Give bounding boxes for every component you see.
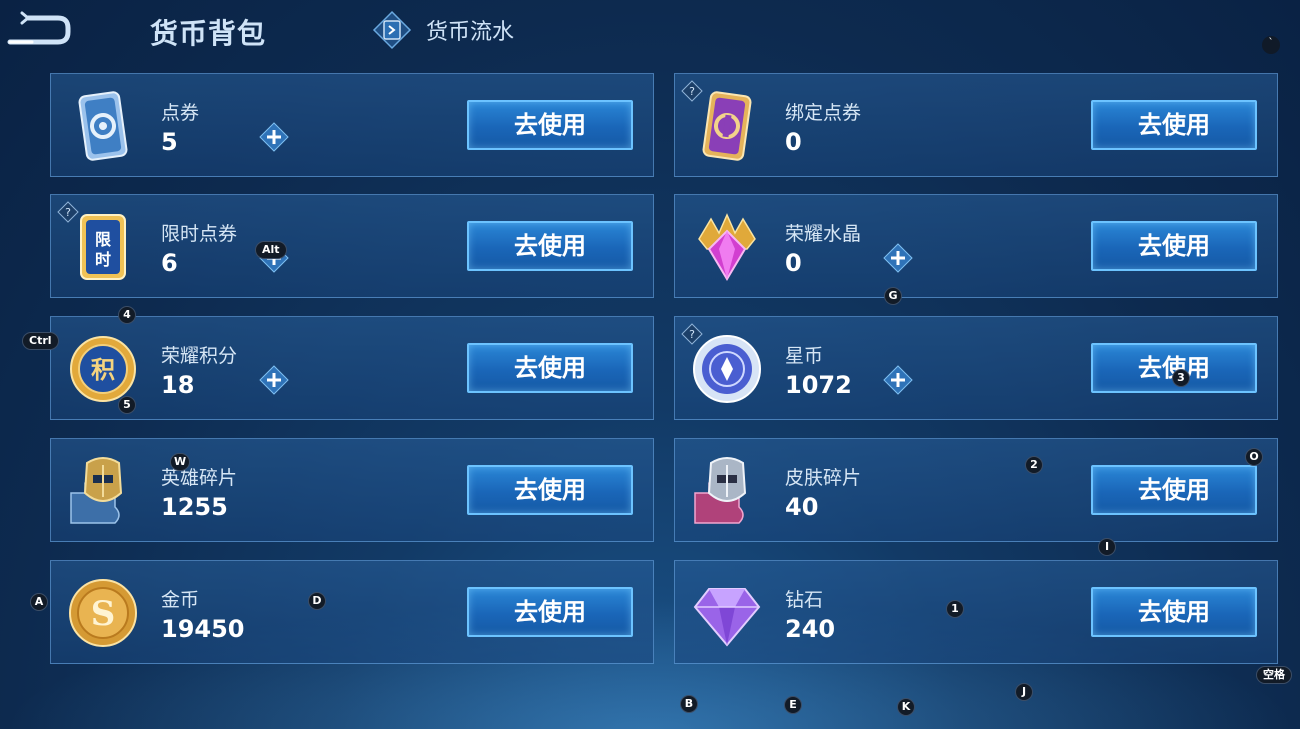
key-hint-o: O [1245, 448, 1263, 466]
currency-card-hero-fragment: 英雄碎片 1255 去使用 [50, 438, 654, 542]
currency-name: 绑定点券 [785, 102, 862, 124]
add-voucher-button[interactable] [259, 122, 289, 152]
key-hint-i: I [1098, 538, 1116, 556]
diamond-icon [693, 588, 761, 647]
key-hint-3: 3 [1172, 369, 1190, 387]
back-button[interactable] [2, 10, 72, 50]
key-hint-5: 5 [118, 396, 136, 414]
svg-text:时: 时 [95, 250, 111, 269]
skin-fragment-icon [694, 457, 747, 524]
currency-card-star-coin: ? 星币 1072 去使用 [674, 316, 1278, 420]
currency-card-limited-voucher: ? 限 时 限时点券 6 去使用 [50, 194, 654, 298]
currency-name: 限时点券 [161, 223, 238, 245]
currency-flow-tab[interactable]: 货币流水 [372, 10, 514, 50]
star-coin-icon [693, 335, 761, 403]
currency-card-glory-points: 积 荣耀积分 18 去使用 [50, 316, 654, 420]
key-hint-j: J [1015, 683, 1033, 701]
currency-value: 240 [785, 615, 836, 643]
use-gold-coin-button[interactable]: 去使用 [467, 587, 633, 637]
currency-value: 18 [161, 371, 195, 399]
use-skin-fragment-button[interactable]: 去使用 [1091, 465, 1257, 515]
key-hint-alt: Alt [255, 241, 287, 259]
key-hint-e: E [784, 696, 802, 714]
key-hint-a: A [30, 593, 48, 611]
currency-card-gold-coin: S 金币 19450 去使用 [50, 560, 654, 664]
use-hero-fragment-button[interactable]: 去使用 [467, 465, 633, 515]
currency-flow-icon [372, 10, 412, 50]
key-hint-tick: ` [1262, 36, 1280, 54]
currency-value: 19450 [161, 615, 245, 643]
svg-text:S: S [91, 594, 116, 634]
currency-name: 星币 [785, 345, 824, 367]
currency-name: 荣耀水晶 [785, 223, 862, 245]
gold-coin-icon: S [69, 579, 137, 647]
key-hint-1: 1 [946, 600, 964, 618]
currency-value: 1255 [161, 493, 228, 521]
back-arrow-icon [7, 11, 71, 45]
key-hint-k: K [897, 698, 915, 716]
currency-card-bound-voucher: ? 绑定点券 0 去使用 [674, 73, 1278, 177]
add-star-coin-button[interactable] [883, 365, 913, 395]
currency-card-diamond: 钻石 240 去使用 [674, 560, 1278, 664]
currency-flow-label: 货币流水 [426, 20, 515, 45]
key-hint-d: D [308, 592, 326, 610]
currency-card-voucher: 点券 5 去使用 [50, 73, 654, 177]
blue-ticket-icon [78, 91, 128, 161]
currency-value: 5 [161, 128, 178, 156]
use-voucher-button[interactable]: 去使用 [467, 100, 633, 150]
purple-ticket-icon [702, 91, 752, 161]
currency-name: 金币 [161, 589, 200, 611]
hero-fragment-icon [70, 457, 123, 524]
add-glory-crystal-button[interactable] [883, 243, 913, 273]
currency-value: 0 [785, 249, 802, 277]
currency-name: 皮肤碎片 [785, 467, 862, 489]
use-glory-points-button[interactable]: 去使用 [467, 343, 633, 393]
currency-name: 荣耀积分 [161, 345, 238, 367]
key-hint-g: G [884, 287, 902, 305]
currency-card-skin-fragment: 皮肤碎片 40 去使用 [674, 438, 1278, 542]
limited-ticket-icon: 限 时 [80, 214, 126, 280]
currency-value: 40 [785, 493, 819, 521]
page-title: 货币背包 [150, 17, 267, 50]
key-hint-w: W [170, 453, 191, 471]
key-hint-b: B [680, 695, 698, 713]
currency-value: 0 [785, 128, 802, 156]
use-glory-crystal-button[interactable]: 去使用 [1091, 221, 1257, 271]
currency-value: 6 [161, 249, 178, 277]
svg-text:积: 积 [91, 356, 115, 384]
use-diamond-button[interactable]: 去使用 [1091, 587, 1257, 637]
currency-value: 1072 [785, 371, 852, 399]
use-star-coin-button[interactable]: 去使用 [1091, 343, 1257, 393]
svg-text:限: 限 [95, 230, 112, 249]
currency-name: 钻石 [785, 589, 824, 611]
key-hint-space: 空格 [1256, 666, 1292, 684]
add-glory-points-button[interactable] [259, 365, 289, 395]
key-hint-2: 2 [1025, 456, 1043, 474]
currency-card-glory-crystal: 荣耀水晶 0 去使用 [674, 194, 1278, 298]
key-hint-4: 4 [118, 306, 136, 324]
glory-crystal-icon [698, 213, 756, 281]
use-bound-voucher-button[interactable]: 去使用 [1091, 100, 1257, 150]
key-hint-ctrl: Ctrl [22, 332, 59, 350]
currency-name: 点券 [161, 102, 200, 124]
use-limited-voucher-button[interactable]: 去使用 [467, 221, 633, 271]
